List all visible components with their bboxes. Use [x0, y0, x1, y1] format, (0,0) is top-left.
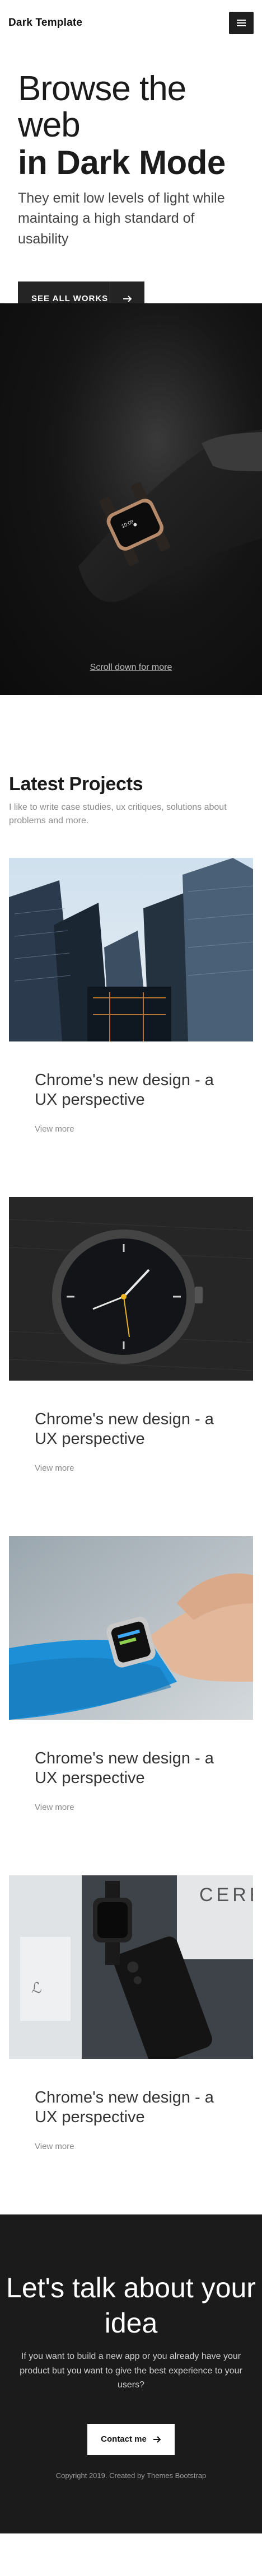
view-more-link[interactable]: View more: [35, 1803, 74, 1812]
hero-heading-light: Browse the web: [18, 69, 186, 145]
hero-subtitle: They emit low levels of light while main…: [18, 190, 225, 247]
arrow-right-icon: [153, 2436, 161, 2443]
skyscrapers-photo[interactable]: [9, 858, 253, 1041]
hero-heading-bold: in Dark Mode: [18, 144, 226, 182]
brand-logo[interactable]: Dark Template: [8, 17, 82, 29]
watch-face-photo[interactable]: [9, 1197, 253, 1381]
project-card-body: Chrome's new design - a UX perspective V…: [9, 1381, 253, 1536]
project-title[interactable]: Chrome's new design - a UX perspective: [35, 2088, 227, 2127]
see-all-works-label: SEE ALL WORKS: [31, 294, 109, 304]
project-card: Chrome's new design - a UX perspective V…: [9, 1197, 253, 1536]
wrist-watch-photo: 10:09: [0, 303, 262, 695]
contact-me-label: Contact me: [101, 2434, 147, 2444]
svg-text:CERE: CERE: [199, 1884, 253, 1906]
contact-me-button[interactable]: Contact me: [87, 2423, 175, 2455]
scroll-down-link[interactable]: Scroll down for more: [0, 663, 262, 673]
view-more-link[interactable]: View more: [35, 1463, 74, 1473]
section-title: Latest Projects: [9, 773, 143, 795]
hero-section: Browse the web in Dark Mode They emit lo…: [0, 46, 262, 316]
menu-toggle-button[interactable]: [229, 12, 254, 34]
view-more-link[interactable]: View more: [35, 1124, 74, 1134]
footer-heading: Let's talk about your idea: [6, 2272, 256, 2339]
feature-image-section: 10:09 Scroll down for more: [0, 303, 262, 695]
footer-description: If you want to build a new app or you al…: [20, 2352, 242, 2390]
latest-projects-section: Latest Projects I like to write case stu…: [0, 695, 262, 2214]
project-title[interactable]: Chrome's new design - a UX perspective: [35, 1749, 227, 1788]
project-card: Chrome's new design - a UX perspective V…: [9, 1536, 253, 1875]
section-description: I like to write case studies, ux critiqu…: [9, 803, 227, 825]
smartwatch-wrist-photo[interactable]: [9, 1536, 253, 1720]
project-card: CERE ℒ Chrome's new design - a UX perspe…: [9, 1875, 253, 2214]
copyright-text: Copyright 2019. Created by Themes Bootst…: [55, 2471, 207, 2480]
project-card-body: Chrome's new design - a UX perspective V…: [9, 1041, 253, 1197]
project-title[interactable]: Chrome's new design - a UX perspective: [35, 1410, 227, 1449]
phone-and-watch-photo[interactable]: CERE ℒ: [9, 1875, 253, 2059]
svg-text:ℒ: ℒ: [31, 1980, 42, 1996]
project-card-body: Chrome's new design - a UX perspective V…: [9, 1720, 253, 1875]
hamburger-menu-icon: [237, 20, 246, 26]
project-card-body: Chrome's new design - a UX perspective V…: [9, 2059, 253, 2214]
contact-footer: Let's talk about your idea If you want t…: [0, 2214, 262, 2533]
project-card: Chrome's new design - a UX perspective V…: [9, 858, 253, 1197]
view-more-link[interactable]: View more: [35, 2142, 74, 2151]
project-title[interactable]: Chrome's new design - a UX perspective: [35, 1071, 227, 1110]
navbar: Dark Template: [0, 0, 262, 46]
